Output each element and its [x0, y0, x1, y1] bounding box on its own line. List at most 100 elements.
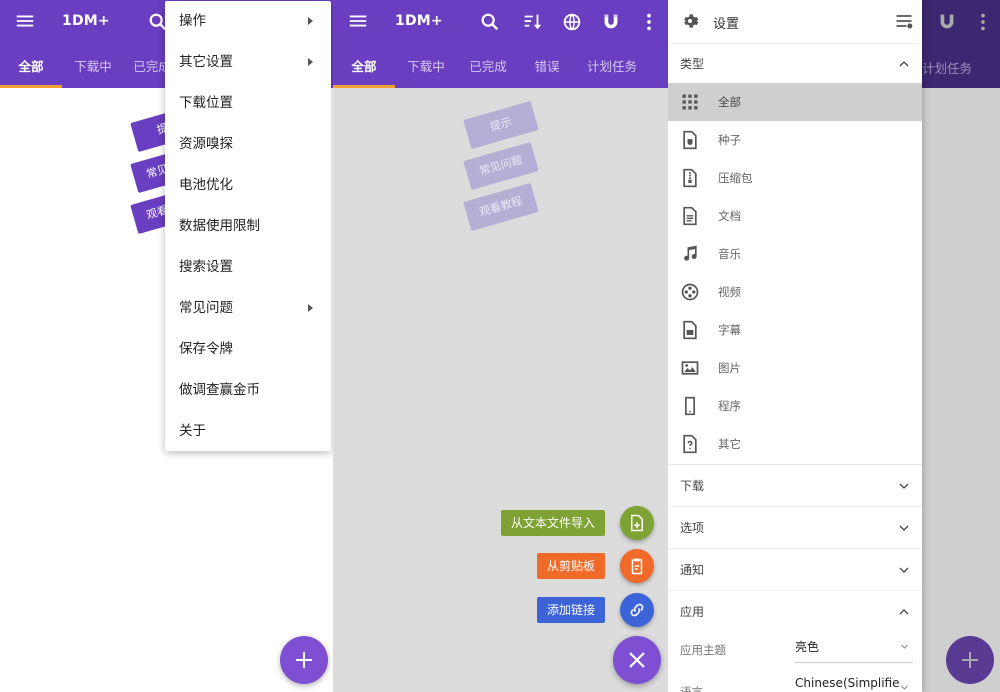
type-label: 字幕 [718, 323, 741, 337]
archive-icon [683, 168, 697, 188]
app-title: 1DM+ [62, 13, 110, 29]
search-icon[interactable] [479, 11, 501, 33]
menu-item-save-token[interactable]: 保存令牌 [165, 329, 331, 370]
settings-drawer-screen: 计划任务 设置 类型 全部 种子 压缩包 文档 音乐 视频 字幕 图片 程序 其… [668, 0, 1000, 692]
section-title: 通知 [680, 563, 705, 577]
menu-item-label: 下载位置 [179, 95, 233, 111]
unknown-file-icon [683, 434, 697, 454]
sort-icon[interactable] [521, 11, 543, 33]
menu-item-data-limit[interactable]: 数据使用限制 [165, 206, 331, 247]
menu-item-about[interactable]: 关于 [165, 411, 331, 452]
tab-all[interactable]: 全部 [0, 52, 62, 88]
type-label: 全部 [718, 95, 741, 109]
tab-downloading[interactable]: 下载中 [62, 52, 124, 88]
menu-item-label: 常见问题 [179, 300, 233, 316]
chevron-down-icon [899, 483, 909, 489]
chevron-down-icon [899, 525, 909, 531]
section-title: 选项 [680, 521, 705, 535]
menu-item-resource-sniffer[interactable]: 资源嗅探 [165, 124, 331, 165]
more-vert-icon[interactable] [638, 11, 660, 33]
add-download-fab[interactable] [280, 636, 328, 684]
menu-item-label: 做调查赢金币 [179, 382, 260, 398]
chevron-up-icon [899, 61, 909, 67]
main-screen-with-menu: 1DM+ 全部 下载中 已完成 提示 常见问题 观看教程 操作 其它设置 下载位… [0, 0, 333, 692]
section-download[interactable]: 下载 [668, 465, 922, 507]
submenu-arrow-icon [308, 17, 313, 25]
section-title: 应用 [680, 605, 705, 619]
filter-settings-icon[interactable] [894, 11, 914, 31]
type-item-subtitle[interactable]: 字幕 [668, 311, 922, 349]
type-item-all[interactable]: 全部 [668, 83, 922, 121]
magnet-icon [940, 14, 954, 29]
hamburger-menu-icon[interactable] [347, 10, 369, 32]
type-label: 其它 [718, 437, 741, 451]
import-text-file-button[interactable] [620, 506, 654, 540]
chevron-down-icon [901, 685, 908, 690]
type-label: 压缩包 [718, 171, 753, 185]
import-text-file-label[interactable]: 从文本文件导入 [501, 510, 606, 536]
hamburger-menu-icon[interactable] [14, 10, 36, 32]
type-label: 文档 [718, 209, 741, 223]
drawer-header: 设置 [668, 0, 922, 44]
section-types[interactable]: 类型 [668, 44, 922, 84]
add-link-label[interactable]: 添加链接 [537, 597, 606, 623]
music-icon [684, 245, 697, 261]
plus-icon [962, 652, 978, 668]
menu-item-faq[interactable]: 常见问题 [165, 288, 331, 329]
type-label: 种子 [718, 133, 741, 147]
clipboard-icon [631, 558, 643, 575]
tab-downloading[interactable]: 下载中 [395, 52, 457, 88]
section-options[interactable]: 选项 [668, 507, 922, 549]
language-value: Chinese(Simplifie [795, 676, 900, 690]
menu-item-other-settings[interactable]: 其它设置 [165, 42, 331, 83]
app-bar: 1DM+ 全部 下载中 已完成 错误 计划任务 [333, 0, 668, 88]
type-item-music[interactable]: 音乐 [668, 235, 922, 273]
more-vert-icon [981, 13, 985, 31]
section-notifications[interactable]: 通知 [668, 549, 922, 591]
paste-clipboard-button[interactable] [620, 549, 654, 583]
type-item-image[interactable]: 图片 [668, 349, 922, 387]
add-link-button[interactable] [620, 593, 654, 627]
type-item-program[interactable]: 程序 [668, 387, 922, 425]
menu-item-battery-optimization[interactable]: 电池优化 [165, 165, 331, 206]
type-item-video[interactable]: 视频 [668, 273, 922, 311]
type-label: 视频 [718, 285, 741, 299]
plus-icon [296, 652, 312, 668]
theme-select[interactable]: 亮色 [795, 637, 913, 663]
tab-scheduled[interactable]: 计划任务 [575, 52, 649, 88]
type-label: 图片 [718, 361, 741, 375]
submenu-arrow-icon [308, 304, 313, 312]
dimmed-app-bar: 计划任务 [922, 0, 1000, 88]
menu-item-search-settings[interactable]: 搜索设置 [165, 247, 331, 288]
menu-item-download-location[interactable]: 下载位置 [165, 83, 331, 124]
menu-item-label: 搜索设置 [179, 259, 233, 275]
type-item-other[interactable]: 其它 [668, 425, 922, 463]
type-label: 音乐 [718, 247, 741, 261]
close-fab[interactable] [613, 636, 661, 684]
file-add-icon [631, 514, 643, 532]
gear-icon[interactable] [680, 11, 700, 31]
language-select[interactable]: Chinese(Simplifie [795, 673, 913, 692]
type-label: 程序 [718, 399, 741, 413]
tab-all[interactable]: 全部 [333, 52, 395, 88]
type-item-torrent[interactable]: 种子 [668, 121, 922, 159]
type-item-archive[interactable]: 压缩包 [668, 159, 922, 197]
theme-value: 亮色 [795, 640, 820, 654]
tab-errors[interactable]: 错误 [519, 52, 575, 88]
hint-tag-tutorial[interactable]: 观看教程 [463, 182, 539, 232]
dimmed-background[interactable]: 计划任务 [922, 0, 1000, 692]
magnet-icon[interactable] [600, 11, 622, 33]
menu-item-actions[interactable]: 操作 [165, 1, 331, 42]
paste-clipboard-label[interactable]: 从剪贴板 [537, 553, 606, 579]
menu-item-survey[interactable]: 做调查赢金币 [165, 370, 331, 411]
language-setting-label: 语言 [680, 685, 703, 692]
link-icon [630, 603, 644, 617]
main-screen-fab-expanded: 1DM+ 全部 下载中 已完成 错误 计划任务 提示 常见问题 观看教程 从文本… [333, 0, 668, 692]
tab-completed[interactable]: 已完成 [457, 52, 519, 88]
type-item-document[interactable]: 文档 [668, 197, 922, 235]
app-title: 1DM+ [395, 13, 443, 29]
section-app[interactable]: 应用 [668, 591, 922, 633]
settings-drawer: 设置 类型 全部 种子 压缩包 文档 音乐 视频 字幕 图片 程序 其它 下载 … [668, 0, 922, 692]
browser-globe-icon[interactable] [561, 11, 583, 33]
dimmed-tab-label: 计划任务 [922, 61, 973, 76]
